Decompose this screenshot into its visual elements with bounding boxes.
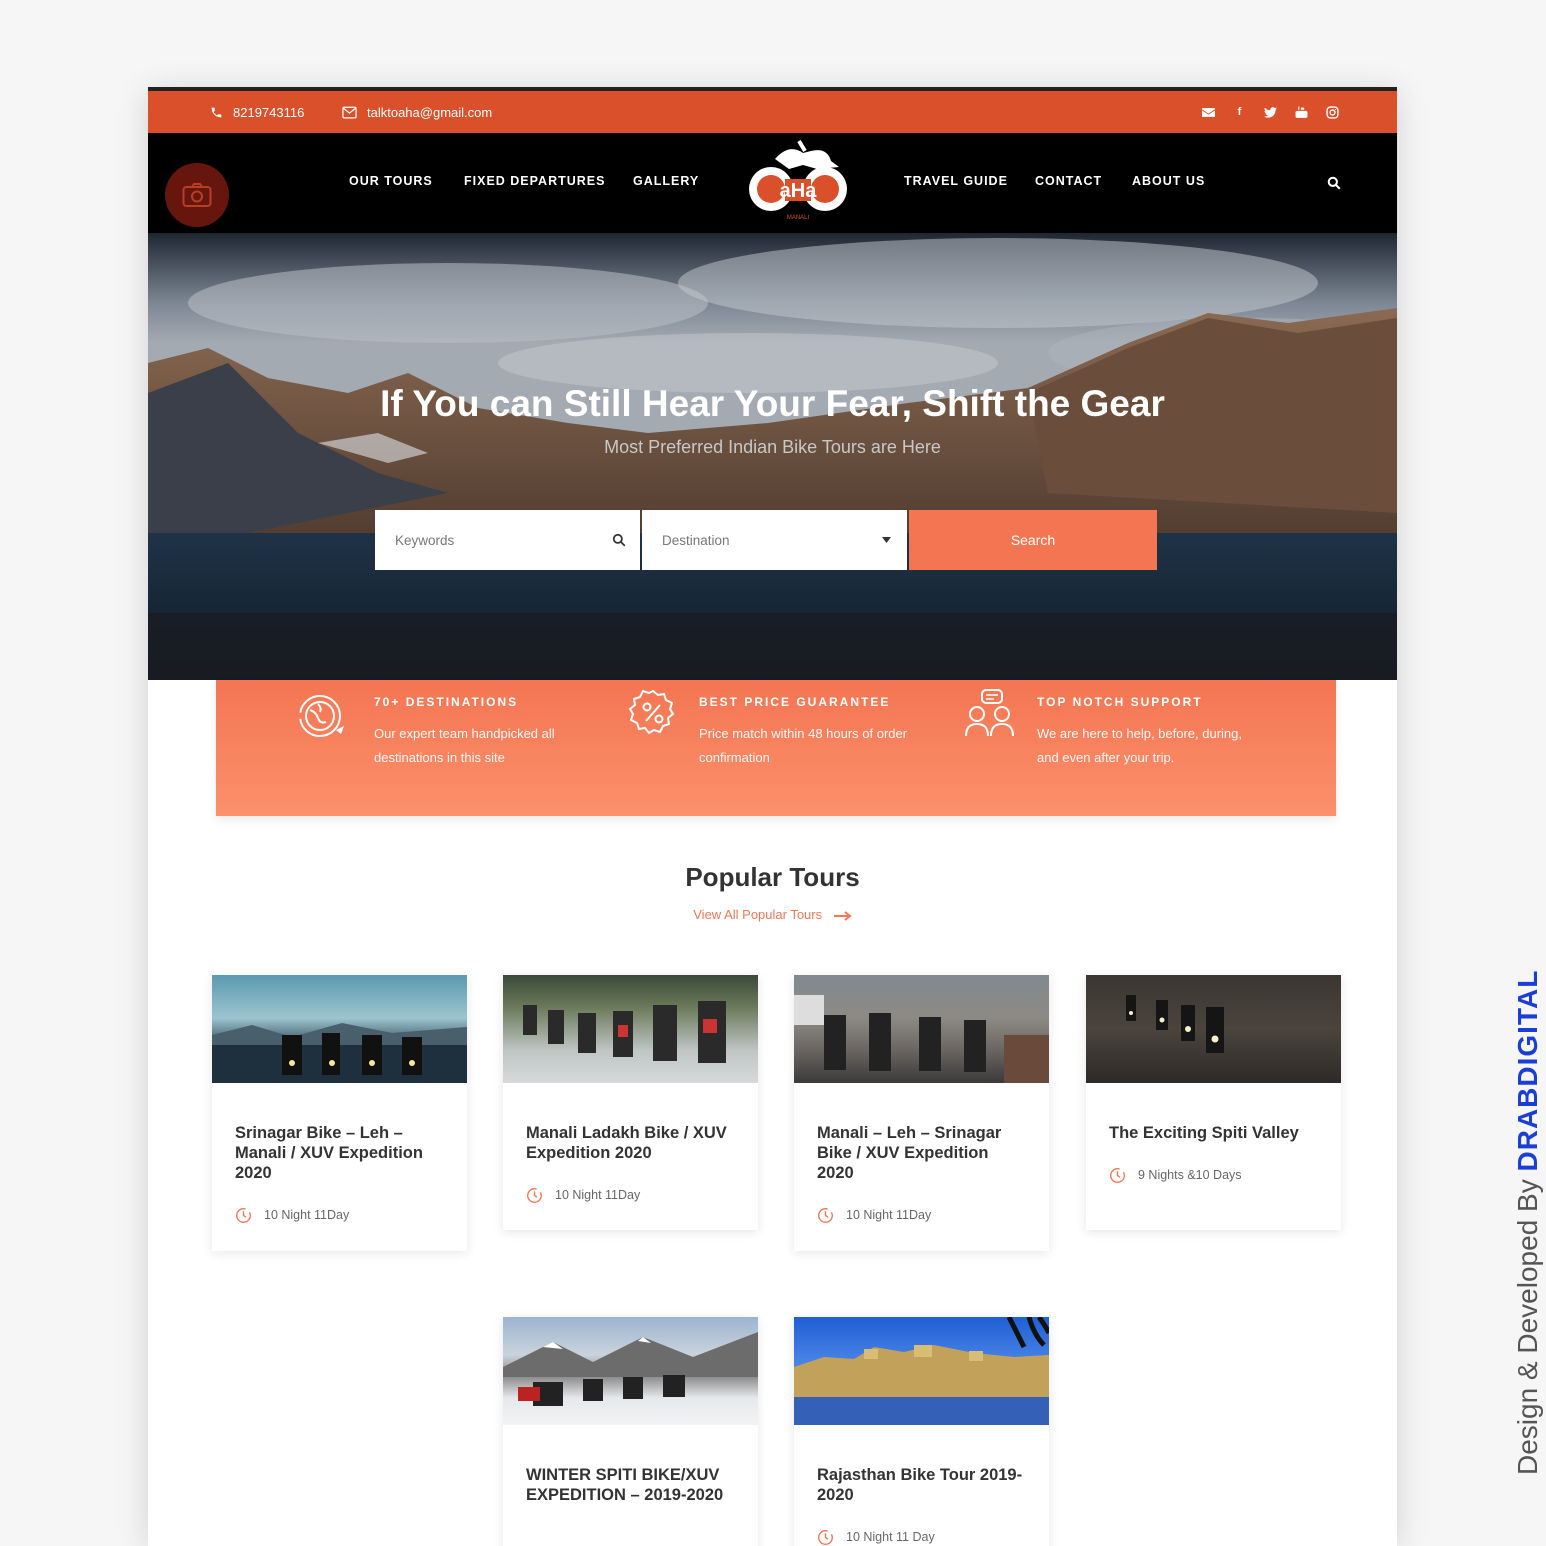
tour-card[interactable]: WINTER SPITI BIKE/XUV EXPEDITION – 2019-… xyxy=(503,1317,758,1546)
phone-contact[interactable]: 8219743116 xyxy=(210,91,304,133)
search-button[interactable]: Search xyxy=(909,510,1157,570)
destination-placeholder: Destination xyxy=(662,532,730,548)
site-logo[interactable]: aHa MANALI xyxy=(745,139,851,223)
design-credit: Design & Developed By DRABDIGITAL xyxy=(1512,970,1544,1475)
feature-text: We are here to help, before, during, and… xyxy=(1037,726,1242,765)
keywords-placeholder: Keywords xyxy=(395,532,455,548)
nav-gallery[interactable]: GALLERY xyxy=(633,174,699,188)
duration-text: 10 Night 11 Day xyxy=(846,1530,935,1544)
clock-icon xyxy=(818,1207,833,1223)
duration-text: 10 Night 11Day xyxy=(555,1188,641,1202)
tour-image xyxy=(503,1317,758,1425)
percent-badge-icon xyxy=(628,689,675,735)
tour-title: WINTER SPITI BIKE/XUV EXPEDITION – 2019-… xyxy=(526,1466,724,1504)
main-navigation: OUR TOURS FIXED DEPARTURES GALLERY aHa M… xyxy=(148,133,1397,233)
camera-button[interactable] xyxy=(165,163,229,227)
duration-text: 9 Nights &10 Days xyxy=(1138,1168,1242,1182)
clock-icon xyxy=(527,1187,542,1203)
hero-subtitle: Most Preferred Indian Bike Tours are Her… xyxy=(604,437,941,457)
clock-icon xyxy=(236,1207,251,1223)
tour-title: Manali Ladakh Bike / XUV Expedition 2020 xyxy=(526,1124,727,1162)
tour-image xyxy=(503,975,758,1083)
tour-duration: 9 Nights &10 Days xyxy=(1086,1165,1341,1185)
mail-icon[interactable] xyxy=(1202,106,1215,119)
features-panel: 70+ DESTINATIONS Our expert team handpic… xyxy=(216,680,1336,816)
phone-number: 8219743116 xyxy=(233,104,305,120)
tour-image xyxy=(1086,975,1341,1083)
tour-image xyxy=(212,975,467,1083)
nav-our-tours[interactable]: OUR TOURS xyxy=(349,174,433,188)
nav-fixed-departures[interactable]: FIXED DEPARTURES xyxy=(464,174,605,188)
tour-card[interactable]: Manali – Leh – Srinagar Bike / XUV Exped… xyxy=(794,975,1049,1251)
nav-contact[interactable]: CONTACT xyxy=(1035,174,1102,188)
credit-brand: DRABDIGITAL xyxy=(1512,969,1543,1172)
tour-duration: 10 Night 11Day xyxy=(794,1205,1049,1225)
envelope-icon xyxy=(342,106,357,118)
tour-card[interactable]: Rajasthan Bike Tour 2019-2020 10 Night 1… xyxy=(794,1317,1049,1546)
nav-travel-guide[interactable]: TRAVEL GUIDE xyxy=(904,174,1008,188)
duration-text: 10 Night 11Day xyxy=(264,1208,350,1222)
tour-duration: 10 Night 11Day xyxy=(503,1185,758,1205)
tour-duration: 10 Night 11Day xyxy=(212,1205,467,1225)
camera-icon xyxy=(182,183,212,207)
feature-text: Our expert team handpicked all destinati… xyxy=(374,726,555,765)
view-all-link[interactable]: View All Popular Tours xyxy=(148,907,1397,922)
search-icon[interactable] xyxy=(1327,176,1341,190)
youtube-icon[interactable] xyxy=(1295,106,1308,119)
credit-prefix: Design & Developed By xyxy=(1512,1179,1543,1475)
social-links: f xyxy=(1202,91,1339,133)
support-icon xyxy=(965,689,1014,737)
feature-title: BEST PRICE GUARANTEE xyxy=(699,695,891,709)
logo-text: aHa xyxy=(780,180,818,202)
chevron-down-icon xyxy=(882,537,891,543)
tour-title: Srinagar Bike – Leh – Manali / XUV Exped… xyxy=(235,1124,423,1182)
top-contact-bar: 8219743116 talktoaha@gmail.com f xyxy=(148,91,1397,133)
hero-title: If You can Still Hear Your Fear, Shift t… xyxy=(380,383,1165,424)
facebook-icon[interactable]: f xyxy=(1233,106,1246,119)
tour-title: Manali – Leh – Srinagar Bike / XUV Exped… xyxy=(817,1124,1002,1182)
email-address: talktoaha@gmail.com xyxy=(367,104,493,120)
email-contact[interactable]: talktoaha@gmail.com xyxy=(342,91,492,133)
browser-frame: 8219743116 talktoaha@gmail.com f OUR TOU… xyxy=(148,87,1397,1546)
keywords-input[interactable]: Keywords xyxy=(375,510,640,570)
tour-title: The Exciting Spiti Valley xyxy=(1109,1124,1299,1142)
tour-image xyxy=(794,975,1049,1083)
motorbike-logo-icon: aHa MANALI xyxy=(749,139,847,221)
nav-about-us[interactable]: ABOUT US xyxy=(1132,174,1205,188)
tour-card[interactable]: Manali Ladakh Bike / XUV Expedition 2020… xyxy=(503,975,758,1230)
phone-icon xyxy=(211,107,222,117)
twitter-icon[interactable] xyxy=(1264,106,1277,119)
feature-title: TOP NOTCH SUPPORT xyxy=(1037,695,1203,709)
tour-duration: 10 Night 11 Day xyxy=(794,1527,1049,1546)
tour-title: Rajasthan Bike Tour 2019-2020 xyxy=(817,1466,1023,1504)
tour-card[interactable]: The Exciting Spiti Valley 9 Nights &10 D… xyxy=(1086,975,1341,1230)
tour-image xyxy=(794,1317,1049,1425)
instagram-icon[interactable] xyxy=(1326,105,1339,119)
arrow-right-icon xyxy=(833,910,852,921)
clock-icon xyxy=(818,1529,833,1545)
popular-tours-heading: Popular Tours xyxy=(685,862,860,892)
magnifier-icon xyxy=(612,533,626,547)
logo-subtext: MANALI xyxy=(787,215,810,221)
hero-banner: OUR TOURS FIXED DEPARTURES GALLERY aHa M… xyxy=(148,133,1397,680)
feature-title: 70+ DESTINATIONS xyxy=(374,695,519,709)
globe-icon xyxy=(299,695,344,737)
tour-card[interactable]: Srinagar Bike – Leh – Manali / XUV Exped… xyxy=(212,975,467,1251)
destination-select[interactable]: Destination xyxy=(642,510,907,570)
feature-text: Price match within 48 hours of order con… xyxy=(699,726,908,765)
view-all-label: View All Popular Tours xyxy=(693,907,823,922)
duration-text: 10 Night 11Day xyxy=(846,1208,932,1222)
clock-icon xyxy=(1110,1167,1125,1183)
